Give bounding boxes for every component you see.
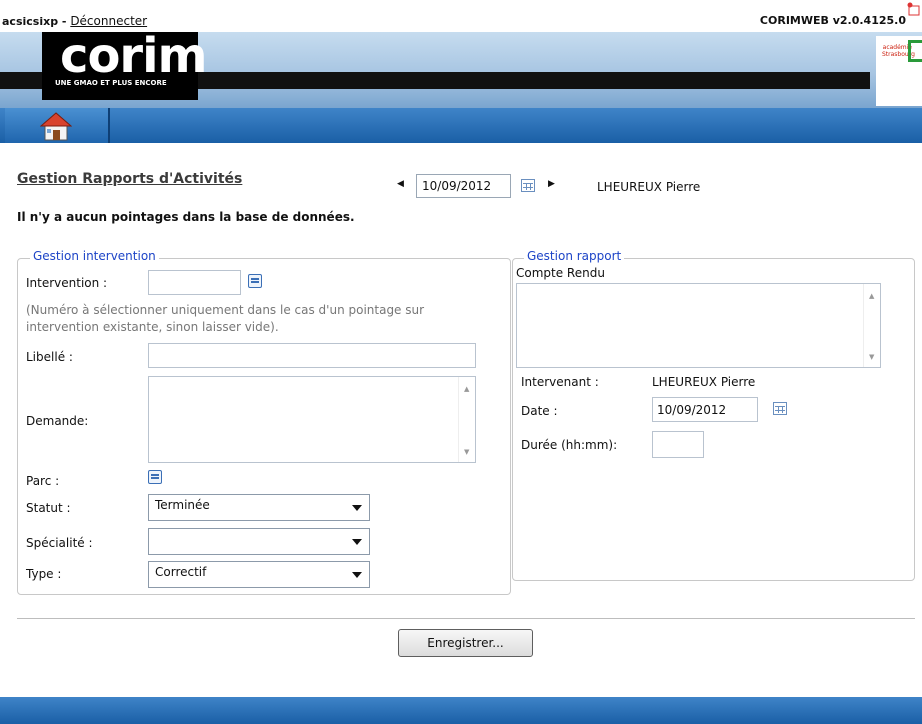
type-select[interactable]: Correctif xyxy=(148,561,370,588)
compte-rendu-scrollbar[interactable]: ▲ ▼ xyxy=(863,284,880,367)
username: acsicsixp xyxy=(2,15,59,28)
version-label: CORIMWEB v2.0.4125.0 xyxy=(759,14,906,27)
compte-rendu-label: Compte Rendu xyxy=(516,266,605,280)
type-label: Type : xyxy=(26,567,62,581)
logo-text: corim xyxy=(60,32,208,84)
scroll-up-icon[interactable]: ▲ xyxy=(464,385,469,393)
date-input[interactable] xyxy=(652,397,758,422)
dropdown-arrow-icon xyxy=(352,505,362,511)
intervenant-label: Intervenant : xyxy=(521,375,599,389)
intervention-legend: Gestion intervention xyxy=(30,249,159,263)
next-date-button[interactable]: ▶ xyxy=(548,179,555,189)
demande-textarea[interactable]: ▲ ▼ xyxy=(148,376,476,463)
academy-e-mark xyxy=(908,40,922,62)
libelle-input[interactable] xyxy=(148,343,476,368)
compte-rendu-textarea[interactable]: ▲ ▼ xyxy=(516,283,881,368)
dropdown-arrow-icon xyxy=(352,539,362,545)
save-button[interactable]: Enregistrer... xyxy=(398,629,533,657)
separator: - xyxy=(58,15,71,28)
specialite-select[interactable] xyxy=(148,528,370,555)
logo-tagline: UNE GMAO ET PLUS ENCORE xyxy=(55,79,167,87)
date-label: Date : xyxy=(521,404,558,418)
scroll-down-icon[interactable]: ▼ xyxy=(869,353,874,361)
header-banner: corim UNE GMAO ET PLUS ENCORE académie S… xyxy=(0,32,922,108)
duree-label: Durée (hh:mm): xyxy=(521,438,618,452)
parc-list-icon[interactable] xyxy=(148,470,162,484)
user-info: acsicsixp - Déconnecter xyxy=(2,14,147,28)
intervenant-value: LHEUREUX Pierre xyxy=(652,375,756,389)
date-nav-input[interactable] xyxy=(416,174,511,198)
intervention-input[interactable] xyxy=(148,270,241,295)
demande-label: Demande: xyxy=(26,414,89,428)
statut-value: Terminée xyxy=(155,498,210,512)
home-icon[interactable] xyxy=(40,111,72,141)
date-calendar-icon[interactable] xyxy=(773,402,787,415)
nav-bar xyxy=(0,108,922,143)
current-user: LHEUREUX Pierre xyxy=(597,180,701,194)
type-value: Correctif xyxy=(155,565,207,579)
libelle-label: Libellé : xyxy=(26,350,73,364)
statut-label: Statut : xyxy=(26,501,71,515)
scroll-down-icon[interactable]: ▼ xyxy=(464,448,469,456)
notification-icon[interactable] xyxy=(906,2,920,16)
page-title: Gestion Rapports d'Activités xyxy=(17,171,243,187)
specialite-label: Spécialité : xyxy=(26,536,93,550)
intervention-hint: (Numéro à sélectionner uniquement dans l… xyxy=(26,303,425,334)
prev-date-button[interactable]: ◀ xyxy=(397,179,404,189)
intervention-label: Intervention : xyxy=(26,276,108,290)
calendar-icon[interactable] xyxy=(521,179,535,192)
dropdown-arrow-icon xyxy=(352,572,362,578)
info-message: Il n'y a aucun pointages dans la base de… xyxy=(17,210,355,224)
logout-link[interactable]: Déconnecter xyxy=(70,14,147,28)
intervention-list-icon[interactable] xyxy=(248,274,262,288)
demande-scrollbar[interactable]: ▲ ▼ xyxy=(458,377,475,462)
duree-input[interactable] xyxy=(652,431,704,458)
divider xyxy=(17,618,915,619)
footer-bar xyxy=(0,697,922,724)
parc-label: Parc : xyxy=(26,474,60,488)
statut-select[interactable]: Terminée xyxy=(148,494,370,521)
rapport-legend: Gestion rapport xyxy=(524,249,625,263)
scroll-up-icon[interactable]: ▲ xyxy=(869,292,874,300)
